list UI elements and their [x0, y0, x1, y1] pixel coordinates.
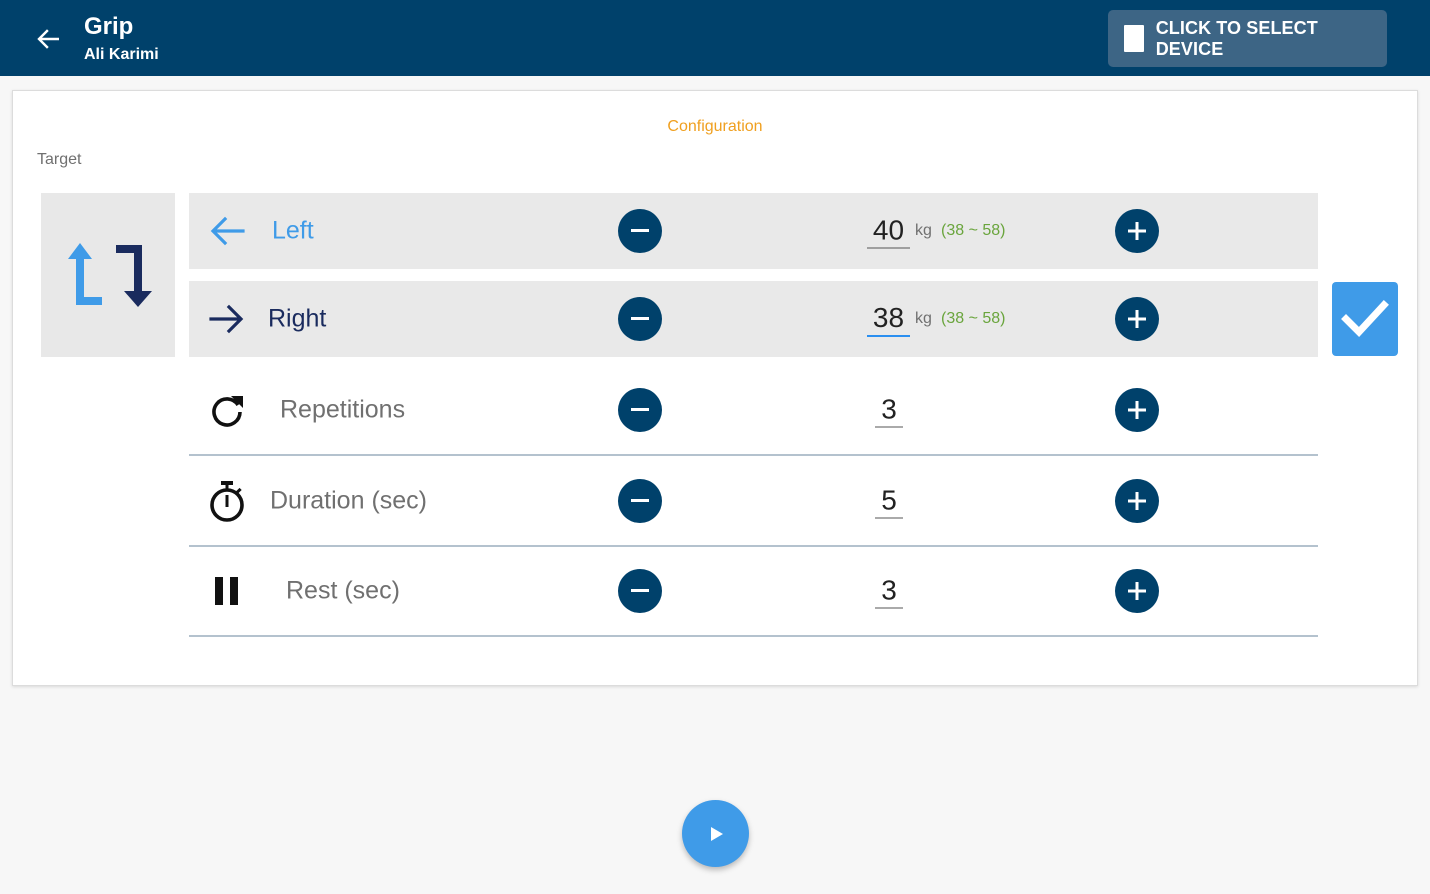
repeat-icon — [207, 390, 247, 430]
minus-icon — [631, 229, 649, 232]
pause-icon — [207, 571, 247, 611]
duration-label: Duration (sec) — [270, 486, 427, 515]
right-target-row: Right 38 kg (38 ~ 58) — [189, 281, 1318, 357]
select-device-label: CLICK TO SELECT DEVICE — [1155, 17, 1318, 59]
plus-icon — [1128, 492, 1146, 510]
start-button[interactable] — [682, 800, 749, 867]
repetitions-row: Repetitions 3 — [189, 366, 1318, 456]
minus-icon — [631, 317, 649, 320]
right-increment-button[interactable] — [1115, 297, 1159, 341]
repetitions-label: Repetitions — [280, 395, 406, 424]
left-unit: kg — [915, 222, 932, 239]
arrow-left-icon — [207, 211, 247, 251]
right-label: Right — [268, 304, 327, 333]
plus-icon — [1128, 310, 1146, 328]
rest-row: Rest (sec) 3 — [189, 547, 1318, 637]
device-icon — [1124, 25, 1144, 52]
left-label: Left — [272, 216, 314, 245]
checkmark-icon — [1341, 300, 1389, 338]
minus-icon — [631, 589, 649, 592]
rest-increment-button[interactable] — [1115, 569, 1159, 613]
right-selected-checkbox[interactable] — [1332, 282, 1398, 356]
minus-icon — [631, 499, 649, 502]
duration-row: Duration (sec) 5 — [189, 457, 1318, 547]
configuration-title: Configuration — [667, 118, 763, 135]
arrow-left-icon — [37, 29, 59, 49]
swap-arrows-icon — [68, 243, 152, 307]
rest-label: Rest (sec) — [286, 576, 400, 605]
left-target-row: Left 40 kg (38 ~ 58) — [189, 193, 1318, 269]
select-device-button[interactable]: CLICK TO SELECT DEVICE — [1108, 10, 1387, 67]
swap-sides-button[interactable] — [41, 193, 175, 357]
right-range: (38 ~ 58) — [941, 310, 1006, 327]
play-icon — [710, 826, 723, 841]
page-title: Grip — [84, 13, 134, 40]
repetitions-increment-button[interactable] — [1115, 388, 1159, 432]
plus-icon — [1128, 401, 1146, 419]
arrow-right-icon — [207, 299, 247, 339]
user-name: Ali Karimi — [84, 46, 159, 63]
duration-value-input[interactable]: 5 — [875, 484, 903, 519]
duration-increment-button[interactable] — [1115, 479, 1159, 523]
repetitions-value-input[interactable]: 3 — [875, 393, 903, 428]
left-range: (38 ~ 58) — [941, 222, 1006, 239]
right-decrement-button[interactable] — [618, 297, 662, 341]
rest-decrement-button[interactable] — [618, 569, 662, 613]
rest-value-input[interactable]: 3 — [875, 574, 903, 609]
configuration-card: Configuration Target Left 40 kg (38 ~ 58… — [12, 90, 1418, 686]
stopwatch-icon — [207, 481, 247, 522]
left-value-input[interactable]: 40 — [867, 214, 910, 249]
target-label: Target — [37, 151, 82, 168]
right-value-input[interactable]: 38 — [867, 301, 910, 337]
back-button[interactable] — [28, 22, 68, 56]
left-decrement-button[interactable] — [618, 209, 662, 253]
minus-icon — [631, 408, 649, 411]
plus-icon — [1128, 222, 1146, 240]
repetitions-decrement-button[interactable] — [618, 388, 662, 432]
left-increment-button[interactable] — [1115, 209, 1159, 253]
app-bar: Grip Ali Karimi CLICK TO SELECT DEVICE — [0, 0, 1430, 76]
right-unit: kg — [915, 310, 932, 327]
duration-decrement-button[interactable] — [618, 479, 662, 523]
plus-icon — [1128, 582, 1146, 600]
